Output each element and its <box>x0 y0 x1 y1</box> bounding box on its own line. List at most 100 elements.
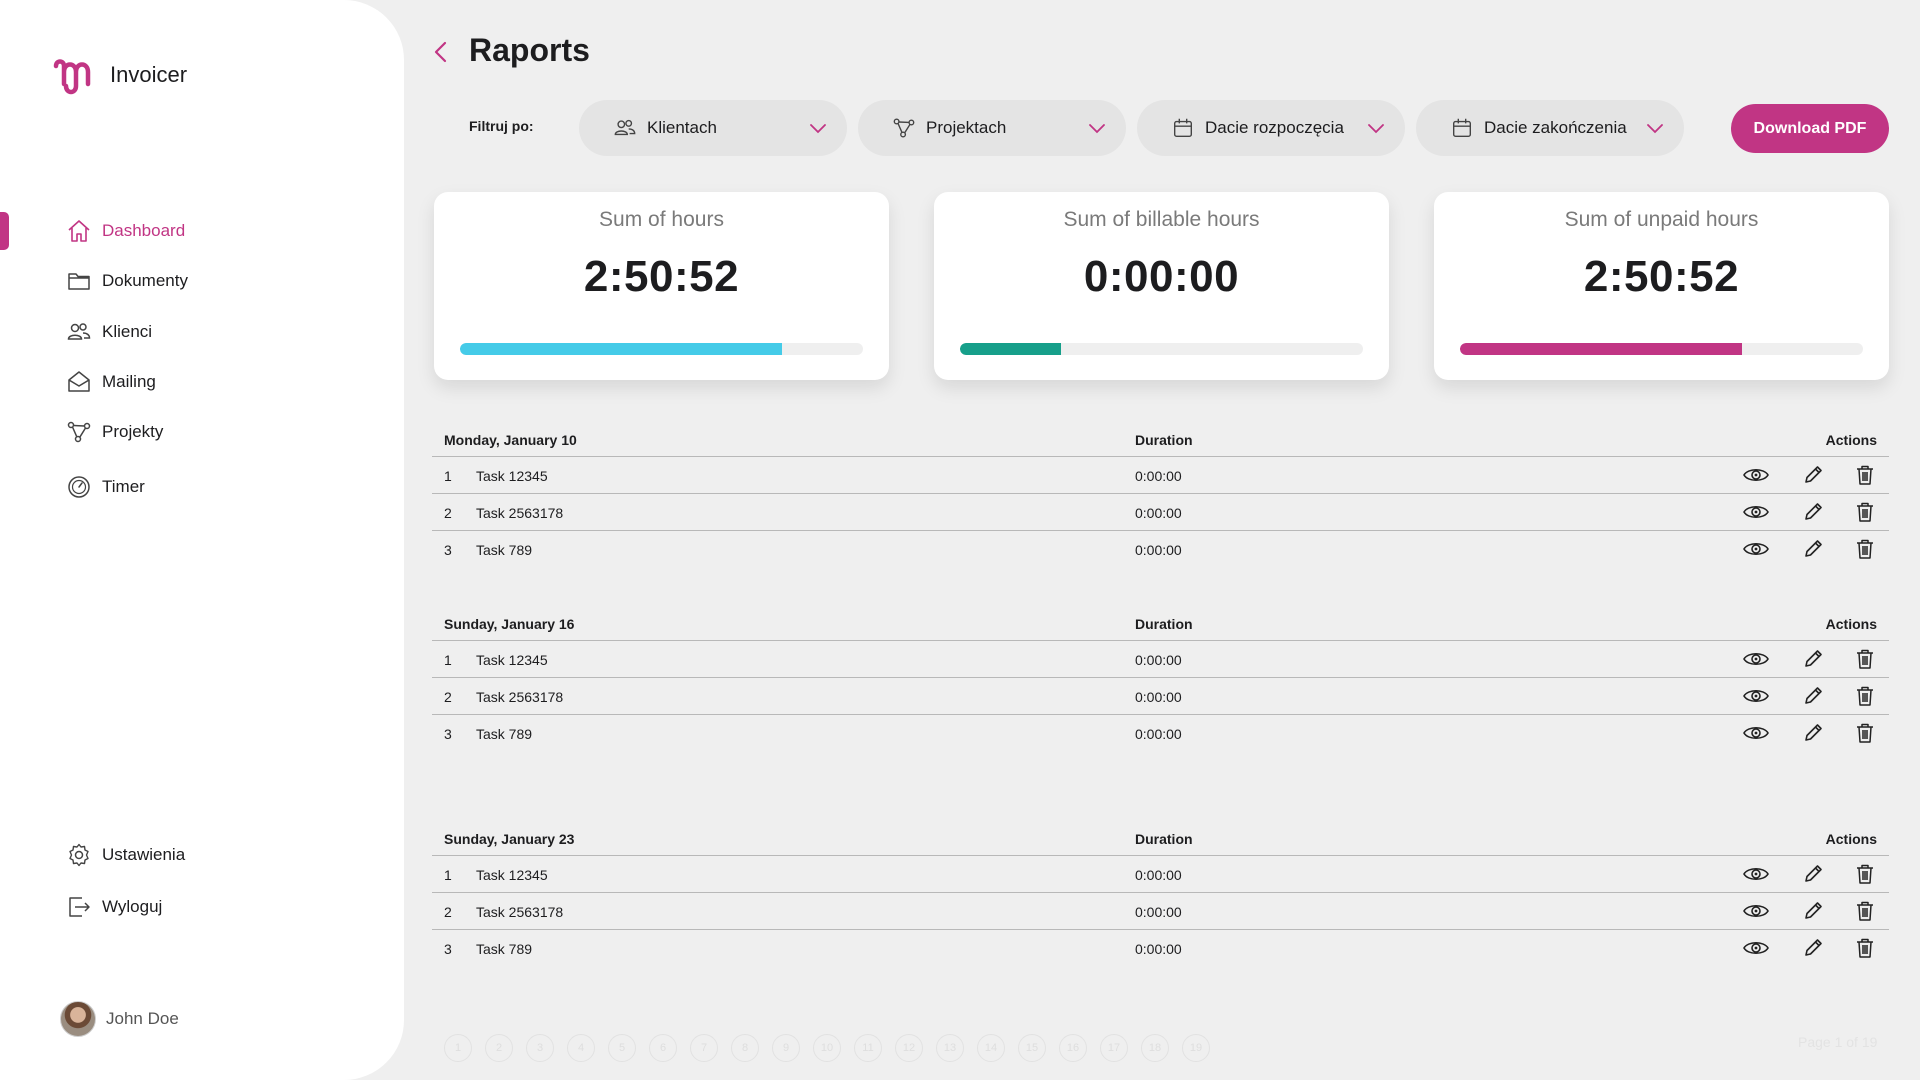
view-eye-icon[interactable] <box>1742 645 1770 673</box>
page-button[interactable]: 13 <box>936 1034 964 1062</box>
task-name: Task 12345 <box>476 652 548 668</box>
view-eye-icon[interactable] <box>1742 535 1770 563</box>
page-button[interactable]: 10 <box>813 1034 841 1062</box>
filter-end-date-dropdown[interactable]: Dacie zakończenia <box>1416 100 1684 156</box>
view-eye-icon[interactable] <box>1742 897 1770 925</box>
table-row: 1 Task 12345 0:00:00 <box>432 641 1889 678</box>
task-duration: 0:00:00 <box>1135 505 1182 521</box>
page-button[interactable]: 17 <box>1100 1034 1128 1062</box>
back-chevron-icon[interactable] <box>430 40 452 64</box>
filter-label-text: Projektach <box>926 118 1007 137</box>
view-eye-icon[interactable] <box>1742 461 1770 489</box>
delete-trash-icon[interactable] <box>1851 897 1879 925</box>
sidebar-item-timer[interactable]: Timer <box>66 470 145 504</box>
table-row: 3 Task 789 0:00:00 <box>432 531 1889 568</box>
edit-pencil-icon[interactable] <box>1799 897 1827 925</box>
sidebar-item-klienci[interactable]: Klienci <box>66 315 152 349</box>
edit-pencil-icon[interactable] <box>1799 934 1827 962</box>
page-button[interactable]: 12 <box>895 1034 923 1062</box>
group-date: Monday, January 10 <box>444 432 577 448</box>
page-button[interactable]: 7 <box>690 1034 718 1062</box>
task-name: Task 789 <box>476 726 533 742</box>
page-button[interactable]: 16 <box>1059 1034 1087 1062</box>
active-nav-indicator <box>0 212 9 250</box>
page-button[interactable]: 2 <box>485 1034 513 1062</box>
view-eye-icon[interactable] <box>1742 682 1770 710</box>
task-name: Task 789 <box>476 941 533 957</box>
row-actions <box>1742 682 1879 710</box>
filter-start-date-dropdown[interactable]: Dacie rozpoczęcia <box>1137 100 1405 156</box>
delete-trash-icon[interactable] <box>1851 498 1879 526</box>
user-name: John Doe <box>106 1009 179 1028</box>
page-button[interactable]: 1 <box>444 1034 472 1062</box>
calendar-icon <box>1453 118 1471 137</box>
row-number: 1 <box>444 652 452 668</box>
sidebar-item-wyloguj[interactable]: Wyloguj <box>66 890 162 924</box>
page-button[interactable]: 14 <box>977 1034 1005 1062</box>
delete-trash-icon[interactable] <box>1851 645 1879 673</box>
table-row: 3 Task 789 0:00:00 <box>432 930 1889 967</box>
row-number: 2 <box>444 505 452 521</box>
row-number: 2 <box>444 689 452 705</box>
download-pdf-button[interactable]: Download PDF <box>1731 104 1889 153</box>
filter-label: Filtruj po: <box>469 118 534 134</box>
edit-pencil-icon[interactable] <box>1799 719 1827 747</box>
sidebar-item-projekty[interactable]: Projekty <box>66 415 163 449</box>
delete-trash-icon[interactable] <box>1851 535 1879 563</box>
task-duration: 0:00:00 <box>1135 904 1182 920</box>
actions-header: Actions <box>1825 432 1877 448</box>
sidebar-item-mailing[interactable]: Mailing <box>66 365 156 399</box>
home-icon <box>68 220 90 242</box>
pagination: 1 2 3 4 5 6 7 8 9 10 11 12 13 14 15 16 17 18 19 <box>444 1034 1223 1062</box>
table-header: Sunday, January 16 Duration Actions <box>432 612 1889 641</box>
app-logo[interactable]: Invoicer <box>52 54 187 96</box>
progress-fill <box>1460 343 1743 355</box>
edit-pencil-icon[interactable] <box>1799 860 1827 888</box>
page-button[interactable]: 11 <box>854 1034 882 1062</box>
page-info: Page 1 of 19 <box>1798 1034 1878 1050</box>
page-button[interactable]: 3 <box>526 1034 554 1062</box>
table-row: 2 Task 2563178 0:00:00 <box>432 494 1889 531</box>
sidebar-item-ustawienia[interactable]: Ustawienia <box>66 838 185 872</box>
task-duration: 0:00:00 <box>1135 468 1182 484</box>
view-eye-icon[interactable] <box>1742 860 1770 888</box>
mail-icon <box>68 371 90 392</box>
delete-trash-icon[interactable] <box>1851 682 1879 710</box>
stat-label: Sum of hours <box>599 208 724 231</box>
page-button[interactable]: 5 <box>608 1034 636 1062</box>
task-duration: 0:00:00 <box>1135 726 1182 742</box>
sidebar-item-dashboard[interactable]: Dashboard <box>66 214 185 248</box>
page-button[interactable]: 8 <box>731 1034 759 1062</box>
view-eye-icon[interactable] <box>1742 934 1770 962</box>
stat-label: Sum of billable hours <box>1063 208 1260 231</box>
group-date: Sunday, January 23 <box>444 831 575 847</box>
edit-pencil-icon[interactable] <box>1799 498 1827 526</box>
edit-pencil-icon[interactable] <box>1799 535 1827 563</box>
folder-icon <box>68 273 90 290</box>
user-profile[interactable]: John Doe <box>60 1001 179 1037</box>
gear-icon <box>69 843 89 867</box>
page-button[interactable]: 6 <box>649 1034 677 1062</box>
page-button[interactable]: 9 <box>772 1034 800 1062</box>
duration-header: Duration <box>1135 616 1193 632</box>
filter-klientach-dropdown[interactable]: Klientach <box>579 100 847 156</box>
delete-trash-icon[interactable] <box>1851 461 1879 489</box>
edit-pencil-icon[interactable] <box>1799 461 1827 489</box>
filter-projektach-dropdown[interactable]: Projektach <box>858 100 1126 156</box>
delete-trash-icon[interactable] <box>1851 860 1879 888</box>
progress-track <box>460 343 863 355</box>
page-button[interactable]: 18 <box>1141 1034 1169 1062</box>
edit-pencil-icon[interactable] <box>1799 645 1827 673</box>
delete-trash-icon[interactable] <box>1851 719 1879 747</box>
table-row: 1 Task 12345 0:00:00 <box>432 457 1889 494</box>
view-eye-icon[interactable] <box>1742 719 1770 747</box>
page-button[interactable]: 15 <box>1018 1034 1046 1062</box>
page-button[interactable]: 19 <box>1182 1034 1210 1062</box>
view-eye-icon[interactable] <box>1742 498 1770 526</box>
sidebar-item-dokumenty[interactable]: Dokumenty <box>66 264 188 298</box>
filter-label-text: Klientach <box>647 118 717 137</box>
edit-pencil-icon[interactable] <box>1799 682 1827 710</box>
page-button[interactable]: 4 <box>567 1034 595 1062</box>
calendar-icon <box>1174 118 1192 137</box>
delete-trash-icon[interactable] <box>1851 934 1879 962</box>
